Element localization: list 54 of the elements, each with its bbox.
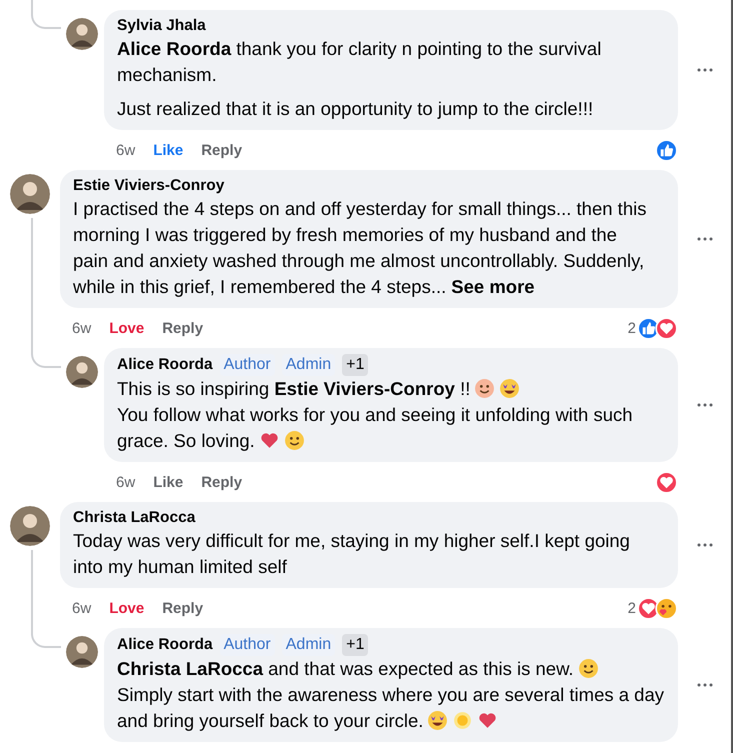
reply-button[interactable]: Reply (162, 320, 204, 336)
timestamp[interactable]: 6w (72, 600, 92, 616)
reaction-button[interactable]: Love (109, 600, 144, 616)
author-name[interactable]: Estie Viviers-Conroy (73, 176, 224, 196)
comment-text: while in this grief, I remembered the 4 steps... (73, 276, 446, 297)
reaction-count[interactable]: 2 (628, 600, 636, 616)
timestamp[interactable]: 6w (116, 142, 136, 158)
comment-text: Today was very difficult for me, staying in my higher self.I kept going (73, 530, 630, 551)
comment-text: grace. So loving. (117, 430, 255, 451)
more-options-icon[interactable] (696, 403, 712, 407)
avatar[interactable] (10, 174, 50, 214)
author-badge[interactable]: Admin (282, 354, 336, 376)
reply-button[interactable]: Reply (162, 600, 204, 616)
author-name[interactable]: Alice Roorda (117, 635, 213, 655)
avatar[interactable] (66, 18, 98, 50)
thread-connector (31, 0, 61, 29)
reply-button[interactable]: Reply (201, 474, 242, 490)
see-more-link[interactable]: See more (451, 276, 535, 297)
comment-text: pain and anxiety washed through me almost uncontrollably. Suddenly, (73, 250, 644, 271)
reaction-count[interactable]: 2 (628, 320, 636, 336)
timestamp[interactable]: 6w (72, 320, 92, 336)
author-badge[interactable]: Admin (282, 634, 336, 656)
thumbs-up-icon[interactable] (655, 138, 678, 162)
reaction-button[interactable]: Love (109, 320, 144, 336)
comment-text: Christa LaRocca and that was expected as this is new. (117, 658, 574, 679)
more-options-icon[interactable] (696, 683, 712, 687)
author-name[interactable]: Alice Roorda (117, 355, 213, 375)
comment-text: and bring yourself back to your circle. (117, 710, 424, 731)
reaction-button[interactable]: Like (153, 142, 184, 158)
comment-text: You follow what works for you and seeing it unfolding with such (117, 404, 633, 425)
avatar[interactable] (66, 636, 98, 668)
comment-text: I practised the 4 steps on and off yesterday for small things... then this (73, 198, 646, 219)
author-badge[interactable]: +1 (342, 354, 368, 376)
author-badge[interactable]: Author (220, 354, 275, 376)
comment-text: Simply start with the awareness where you are several times a day (117, 684, 664, 705)
comment-text: This is so inspiring Estie Viviers-Conroy !! (117, 378, 470, 399)
hug-emoji-icon[interactable] (655, 596, 678, 620)
author-badge[interactable]: Author (220, 634, 275, 656)
avatar[interactable] (10, 506, 50, 546)
author-name[interactable]: Christa LaRocca (73, 508, 196, 528)
timestamp[interactable]: 6w (116, 474, 136, 490)
comment-text: Alice Roorda thank you for clarity n pointing to the survival (117, 38, 602, 59)
comment-text: into my human limited self (73, 556, 287, 577)
author-name[interactable]: Sylvia Jhala (117, 16, 206, 36)
author-badge[interactable]: +1 (342, 634, 368, 656)
comment-text: Just realized that it is an opportunity to jump to the circle!!! (117, 98, 594, 119)
avatar[interactable] (66, 356, 98, 388)
reply-button[interactable]: Reply (201, 142, 242, 158)
more-options-icon[interactable] (696, 237, 712, 241)
more-options-icon[interactable] (696, 68, 712, 72)
more-options-icon[interactable] (696, 543, 712, 547)
reaction-button[interactable]: Like (153, 474, 184, 490)
comment-text: mechanism. (117, 64, 217, 85)
comment-text: morning I was triggered by fresh memories of my husband and the (73, 224, 617, 245)
